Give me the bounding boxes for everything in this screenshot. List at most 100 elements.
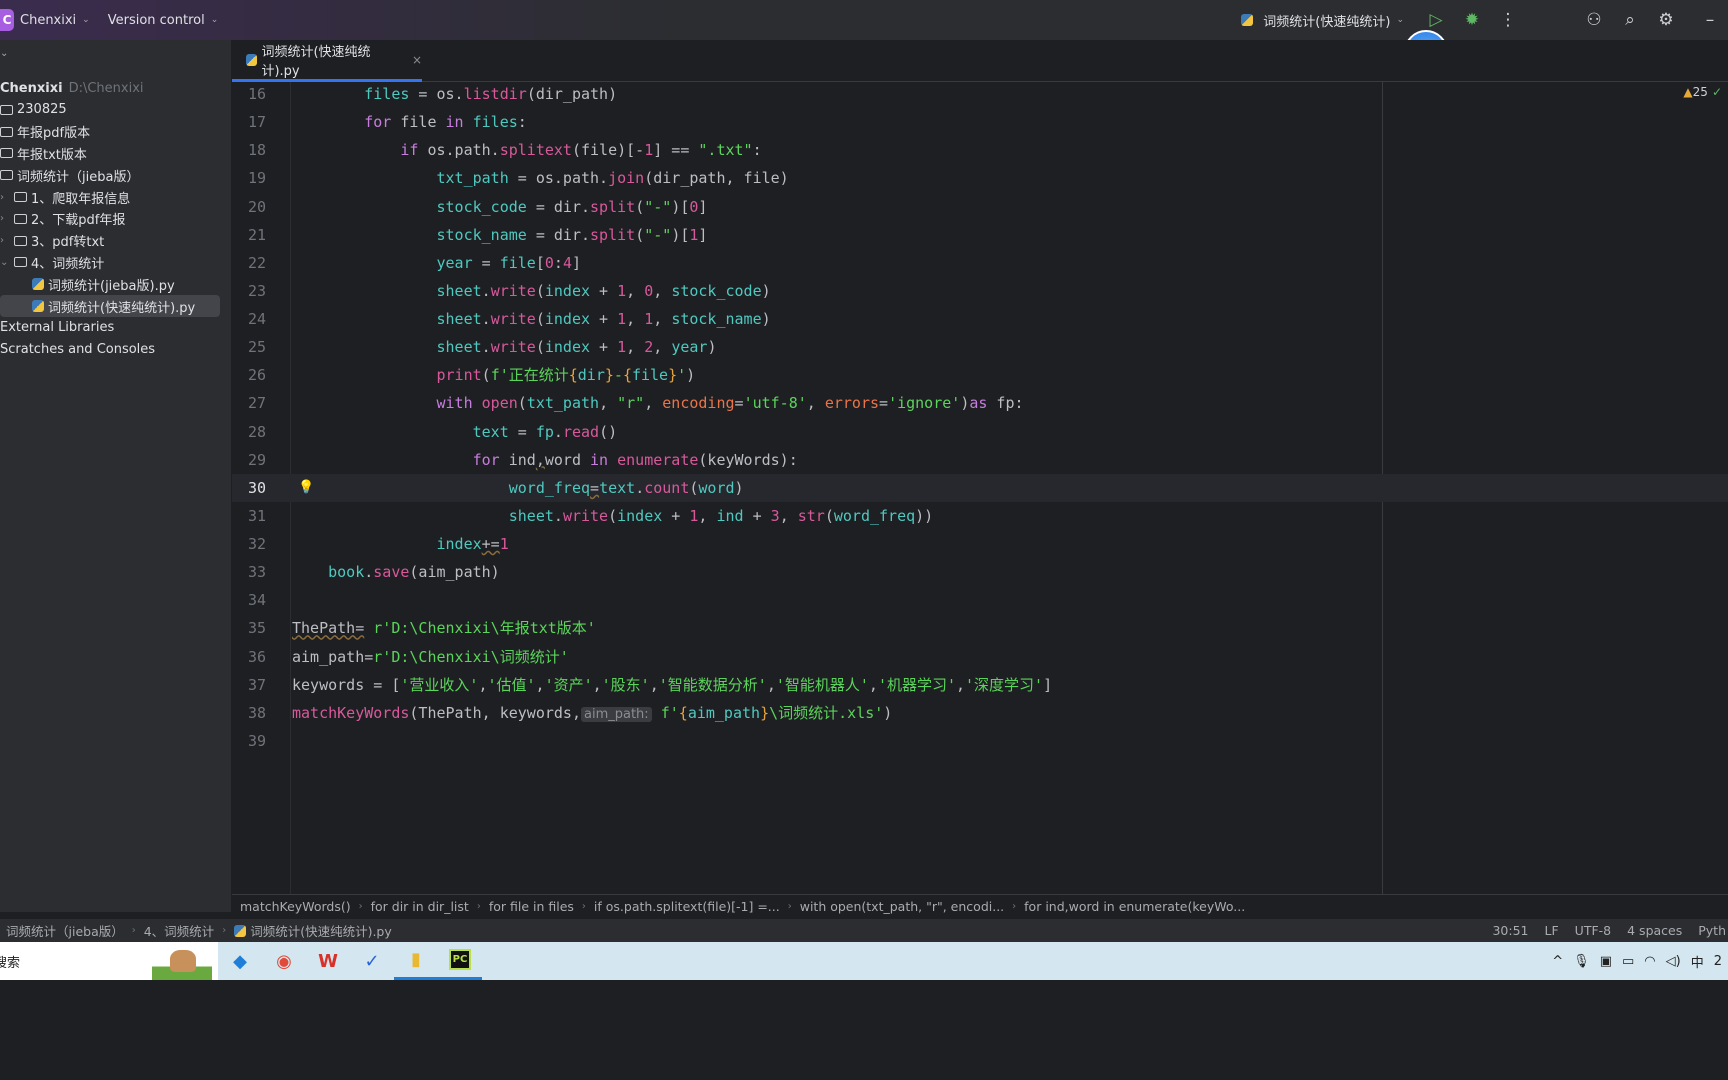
tree-item[interactable]: External Libraries [0,317,232,339]
code-token: ) [686,366,696,385]
caret-position[interactable]: 30:51 [1492,923,1528,938]
feishu-icon[interactable]: ✓ [350,942,394,980]
code-line[interactable]: 30 💡 word_freq=text.count(word) [232,473,1728,502]
chrome-icon[interactable]: ◉ [262,942,306,980]
clock[interactable]: 2 [1714,954,1722,969]
code-line[interactable]: 18 if os.path.splitext(file)[-1] == ".tx… [232,136,1728,164]
code-line[interactable]: 24 sheet.write(index + 1, 1, stock_name) [232,305,1728,333]
code-line[interactable]: 39 [232,727,1728,755]
code-line[interactable]: 22 year = file[0:4] [232,249,1728,277]
version-control-menu[interactable]: Version control ⌄ [108,13,219,28]
mail-app-icon[interactable]: ◆ [218,942,262,980]
code-line[interactable]: 19 txt_path = os.path.join(dir_path, fil… [232,164,1728,192]
tree-item[interactable]: Chenxixi D:\Chenxixi [0,77,232,99]
status-path-item[interactable]: 词频统计(快速纯统计).py [250,921,392,940]
status-path-item[interactable]: 词频统计（jieba版） [6,921,124,940]
pycharm-icon[interactable]: PC [438,942,482,980]
wifi-icon[interactable]: ◠ [1644,954,1655,969]
minimize-icon[interactable]: – [1692,2,1728,38]
code-line[interactable]: 27 with open(txt_path, "r", encoding='ut… [232,389,1728,417]
code-editor[interactable]: ▲25 ✓ 16 files = os.listdir(dir_path) 17 f… [232,82,1728,894]
breadcrumb-item[interactable]: for ind,word in enumerate(keyWo... [1024,899,1245,914]
code-text: ThePath= r'D:\Chenxixi\年报txt版本' [292,614,596,642]
debug-icon[interactable]: ✹ [1454,2,1490,38]
expand-arrow-icon[interactable]: › [0,213,14,224]
code-line[interactable]: 35 ThePath= r'D:\Chenxixi\年报txt版本' [232,614,1728,642]
chevron-down-icon[interactable]: ⌄ [0,48,8,59]
search-icon[interactable]: ⌕ [1612,2,1648,38]
tree-item-label: 1、爬取年报信息 [31,191,131,207]
code-token: file [631,366,669,385]
run-config-selector[interactable]: 词频统计(快速纯统计) ⌄ [1241,11,1404,30]
breadcrumb-item[interactable]: with open(txt_path, "r", encodi... [800,899,1004,914]
expand-arrow-icon[interactable]: ⌄ [0,257,14,268]
code-line[interactable]: 36 aim_path=r'D:\Chenxixi\词频统计' [232,643,1728,671]
code-token: index [544,338,591,357]
tree-item[interactable]: 年报txt版本 [0,142,232,164]
tree-item[interactable]: › 1、爬取年报信息 [0,186,232,208]
code-line[interactable]: 17 for file in files: [232,108,1728,136]
tab-active-file[interactable]: 词频统计(快速纯统计).py × [232,40,422,82]
tree-item[interactable]: › 3、pdf转txt [0,230,232,252]
volume-icon[interactable]: ◁) [1666,954,1681,969]
expand-arrow-icon[interactable]: › [0,192,14,203]
code-token: text [472,422,509,441]
code-line[interactable]: 16 files = os.listdir(dir_path) [232,80,1728,108]
battery-icon[interactable]: ▭ [1622,954,1634,969]
code-token: files [364,85,410,103]
project-menu[interactable]: C Chenxixi ⌄ [0,9,90,31]
file-encoding[interactable]: UTF-8 [1575,923,1611,938]
tree-item[interactable]: › 2、下载pdf年报 [0,208,232,230]
code-line[interactable]: 28 text = fp.read() [232,418,1728,446]
code-line[interactable]: 37 keywords = ['营业收入','估值','资产','股东','智能数… [232,671,1728,699]
breadcrumb-item[interactable]: for dir in dir_list [371,899,469,914]
breadcrumb-item[interactable]: if os.path.splitext(file)[-1] =... [594,899,780,914]
chevron-up-icon[interactable]: ^ [1552,954,1563,969]
code-line[interactable]: 21 stock_name = dir.split("-")[1] [232,221,1728,249]
gear-icon[interactable]: ⚙ [1648,2,1684,38]
tree-item-label: 年报pdf版本 [17,126,91,142]
code-line[interactable]: 29 for ind,word in enumerate(keyWords): [232,446,1728,474]
wps-icon[interactable]: W [306,942,350,980]
close-icon[interactable]: × [412,53,422,67]
add-user-icon[interactable]: ⚇ [1576,2,1612,38]
tray-app-icon[interactable]: ▣ [1600,954,1612,969]
more-icon[interactable]: ⋮ [1490,2,1526,38]
tree-item[interactable]: ⌄ 4、词频统计 [0,251,232,273]
code-line[interactable]: 20 stock_code = dir.split("-")[0] [232,193,1728,221]
indent-setting[interactable]: 4 spaces [1627,923,1682,938]
interpreter[interactable]: Pyth [1698,923,1726,938]
line-separator[interactable]: LF [1545,923,1559,938]
code-token: index [617,506,663,525]
code-token: { [622,366,632,385]
code-token: str [797,506,825,525]
status-path-item[interactable]: 4、词频统计 [144,921,214,940]
expand-arrow-icon[interactable]: › [0,235,14,246]
file-explorer-icon[interactable]: ▮ [394,942,438,980]
code-line[interactable]: 31 sheet.write(index + 1, ind + 3, str(w… [232,502,1728,530]
tree-item[interactable]: 词频统计（jieba版） [0,164,232,186]
breadcrumb-item[interactable]: matchKeyWords() [240,899,351,914]
code-line[interactable]: 34 [232,586,1728,614]
code-line[interactable]: 23 sheet.write(index + 1, 0, stock_code) [232,277,1728,305]
tree-item[interactable]: 230825 [0,99,232,121]
code-line[interactable]: 26 print(f'正在统计{dir}-{file}') [232,361,1728,389]
code-line[interactable]: 33 book.save(aim_path) [232,558,1728,586]
code-token: '估值' [487,675,536,694]
tree-item[interactable]: 年报pdf版本 [0,121,232,143]
code-text: with open(txt_path, "r", encoding='utf-8… [292,389,1024,417]
breadcrumb-item[interactable]: for file in files [489,899,574,914]
code-token: sheet [436,310,482,329]
code-text: for file in files: [292,108,527,136]
ime-indicator[interactable]: 中 [1691,952,1704,971]
tree-item[interactable]: 词频统计(jieba版).py [0,273,232,295]
code-line[interactable]: 32 index+=1 [232,530,1728,558]
microphone-icon[interactable]: 🎙 [1573,954,1590,969]
tree-item[interactable]: Scratches and Consoles [0,339,232,361]
taskbar-search[interactable]: 搜索 [0,942,218,980]
code-line[interactable]: 38 matchKeyWords(ThePath, keywords, aim_pa… [232,699,1728,727]
code-token: write [562,506,609,525]
code-line[interactable]: 25 sheet.write(index + 1, 2, year) [232,333,1728,361]
code-token: stock_code [436,197,527,216]
tree-item[interactable]: 词频统计(快速纯统计).py [0,295,220,317]
